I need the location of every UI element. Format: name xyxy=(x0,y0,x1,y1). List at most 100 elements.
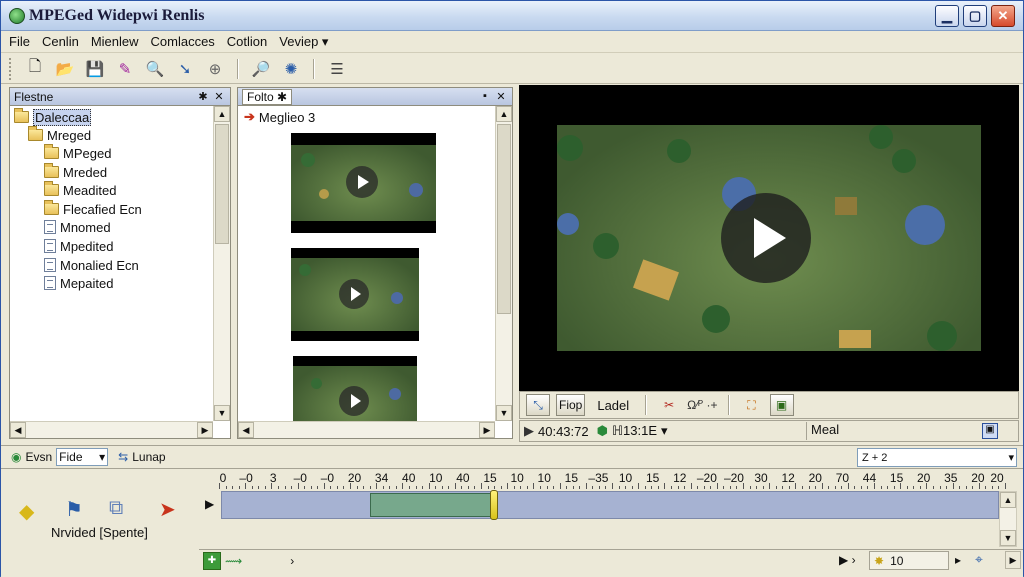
snapshot-icon[interactable]: ⛶ xyxy=(740,394,764,416)
video-thumbnail[interactable] xyxy=(291,248,419,341)
filter-select[interactable]: Fide ▾ xyxy=(56,448,109,466)
scroll-up-icon[interactable]: ▲ xyxy=(1000,492,1016,508)
link-label[interactable]: Lunap xyxy=(132,450,165,464)
horizontal-scrollbar[interactable]: ◀ ▶ xyxy=(238,421,495,438)
ruler-tick xyxy=(834,486,836,489)
ruler-tick xyxy=(703,486,705,489)
panel-close-icon[interactable]: ✕ xyxy=(494,89,508,103)
playhead-handle[interactable] xyxy=(490,490,498,520)
scroll-up-icon[interactable]: ▲ xyxy=(214,106,230,122)
track-arrow-icon[interactable]: ▶ xyxy=(205,497,214,511)
ruler-tick xyxy=(454,483,456,489)
tree-item[interactable]: Daleccaa xyxy=(14,108,92,126)
ruler-tick xyxy=(978,483,980,489)
ruler-tick xyxy=(467,486,469,489)
scroll-thumb[interactable] xyxy=(215,124,229,244)
pin-icon[interactable]: ▪ xyxy=(478,89,492,103)
tree-item[interactable]: Mreded xyxy=(44,163,107,181)
chevron-down-icon[interactable]: ▾ xyxy=(1008,451,1014,464)
tree-item[interactable]: Mreged xyxy=(28,126,91,144)
track-flag-icon[interactable]: ⚑ xyxy=(65,497,89,521)
scroll-thumb[interactable] xyxy=(497,124,511,314)
pin-icon[interactable]: ✱ xyxy=(196,89,210,103)
scroll-up-icon[interactable]: ▲ xyxy=(496,106,512,122)
ruler-tick xyxy=(553,486,555,489)
label-button[interactable]: Ladel xyxy=(597,398,629,413)
ruler-tick xyxy=(631,486,633,489)
vertical-scrollbar[interactable]: ▲ ▼ xyxy=(213,106,230,421)
menu-file[interactable]: File xyxy=(9,34,30,49)
cut-icon[interactable]: ✂ xyxy=(657,394,681,416)
play-icon[interactable] xyxy=(339,386,369,416)
tab-media[interactable]: Folto ✱ xyxy=(242,88,293,105)
play-icon[interactable] xyxy=(721,193,811,283)
wizard-icon[interactable]: ✎ xyxy=(113,57,137,81)
timecode-field[interactable]: Z + 2 ▾ xyxy=(857,448,1017,467)
tree-item[interactable]: Flecafied Ecn xyxy=(44,200,142,218)
zoom-step-icon[interactable]: ▸ xyxy=(955,553,961,567)
tree-item[interactable]: Monalied Ecn xyxy=(44,256,139,274)
tree-item[interactable]: Mepaited xyxy=(44,274,113,292)
scroll-down-icon[interactable]: ▼ xyxy=(1000,530,1016,546)
vertical-scrollbar[interactable]: ▲ ▼ xyxy=(495,106,512,421)
export-icon[interactable]: ▣ xyxy=(769,394,794,416)
scroll-right-icon[interactable]: › xyxy=(290,554,294,568)
seek-icon[interactable]: ▶ xyxy=(524,423,534,439)
menu-edit[interactable]: Cenlin xyxy=(42,34,79,49)
diamond-marker-icon[interactable]: ◆ xyxy=(19,499,41,523)
menu-view[interactable]: Mienlew xyxy=(91,34,139,49)
media-folder-row[interactable]: ➔ Meglieo 3 xyxy=(244,108,315,126)
play-icon[interactable] xyxy=(339,279,369,309)
snap-icon[interactable]: ⌖ xyxy=(975,551,983,568)
toolbar-grip[interactable] xyxy=(9,57,13,80)
horizontal-scrollbar[interactable]: ◀ ▶ xyxy=(10,421,213,438)
save-icon[interactable]: 💾 xyxy=(83,57,107,81)
effects-button[interactable]: Ω⁄ᴾ ·+ xyxy=(687,398,717,412)
forward-arrow-icon[interactable]: ➤ xyxy=(159,497,185,521)
scroll-right-icon[interactable]: ▶ xyxy=(479,422,495,438)
transition-icon[interactable]: ⧉ xyxy=(109,497,135,519)
scroll-right-icon[interactable]: ▶ xyxy=(1005,551,1021,569)
tree-item[interactable]: Meadited xyxy=(44,181,116,199)
add-track-icon[interactable]: ✚ xyxy=(203,551,221,570)
tree-item[interactable]: Mpedited xyxy=(44,237,113,255)
tree-item[interactable]: Mnomed xyxy=(44,218,111,236)
video-track[interactable] xyxy=(221,490,999,520)
time-dropdown-icon[interactable]: ▾ xyxy=(661,423,668,439)
play-next-icon[interactable]: ▶ › xyxy=(839,553,856,567)
zoom-field[interactable]: ✸ 10 xyxy=(869,551,949,570)
zoom-in-icon[interactable]: 🔎 xyxy=(249,57,273,81)
files-button[interactable]: Fiop xyxy=(556,394,586,416)
ruler-tick xyxy=(238,486,240,489)
new-file-icon[interactable]: 🗋 xyxy=(23,57,47,81)
video-thumbnail[interactable] xyxy=(291,133,436,233)
close-button[interactable]: ✕ xyxy=(991,5,1015,27)
maximize-button[interactable]: ▢ xyxy=(963,5,987,27)
trim-icon[interactable]: ⤡ xyxy=(526,394,550,416)
search-icon[interactable]: 🔍 xyxy=(143,57,167,81)
effect-icon[interactable]: ✺ xyxy=(279,57,303,81)
list-icon[interactable]: ☰ xyxy=(325,57,349,81)
audio-wave-icon[interactable]: ⟿ xyxy=(225,554,242,568)
ruler-tick xyxy=(808,486,810,489)
timeline-vertical-scrollbar[interactable]: ▲ ▼ xyxy=(999,491,1017,547)
pick-icon[interactable]: ➘ xyxy=(173,57,197,81)
scroll-left-icon[interactable]: ◀ xyxy=(10,422,26,438)
play-icon[interactable] xyxy=(346,166,378,198)
fullscreen-icon[interactable]: ▣ xyxy=(982,423,998,439)
video-preview[interactable] xyxy=(519,85,1019,391)
open-icon[interactable]: 📂 xyxy=(53,57,77,81)
scroll-right-icon[interactable]: ▶ xyxy=(197,422,213,438)
video-clip[interactable] xyxy=(370,493,494,517)
menu-commands[interactable]: Comlacces xyxy=(151,34,215,49)
menu-options[interactable]: Cotlion xyxy=(227,34,267,49)
panel-close-icon[interactable]: ✕ xyxy=(212,89,226,103)
tree-item[interactable]: MPeged xyxy=(44,144,111,162)
menu-view-dropdown[interactable]: Veviep ▾ xyxy=(279,34,328,50)
scroll-down-icon[interactable]: ▼ xyxy=(214,405,230,421)
minimize-button[interactable]: ▁ xyxy=(935,5,959,27)
time-ruler[interactable]: 0 –0 3 –0 –0 20 34 40 10 40 15 10 10 15 –35 10 15 12 –20 –2… xyxy=(219,469,1006,491)
scroll-left-icon[interactable]: ◀ xyxy=(238,422,254,438)
zoom-icon[interactable]: ⊕ xyxy=(203,57,227,81)
scroll-down-icon[interactable]: ▼ xyxy=(496,405,512,421)
